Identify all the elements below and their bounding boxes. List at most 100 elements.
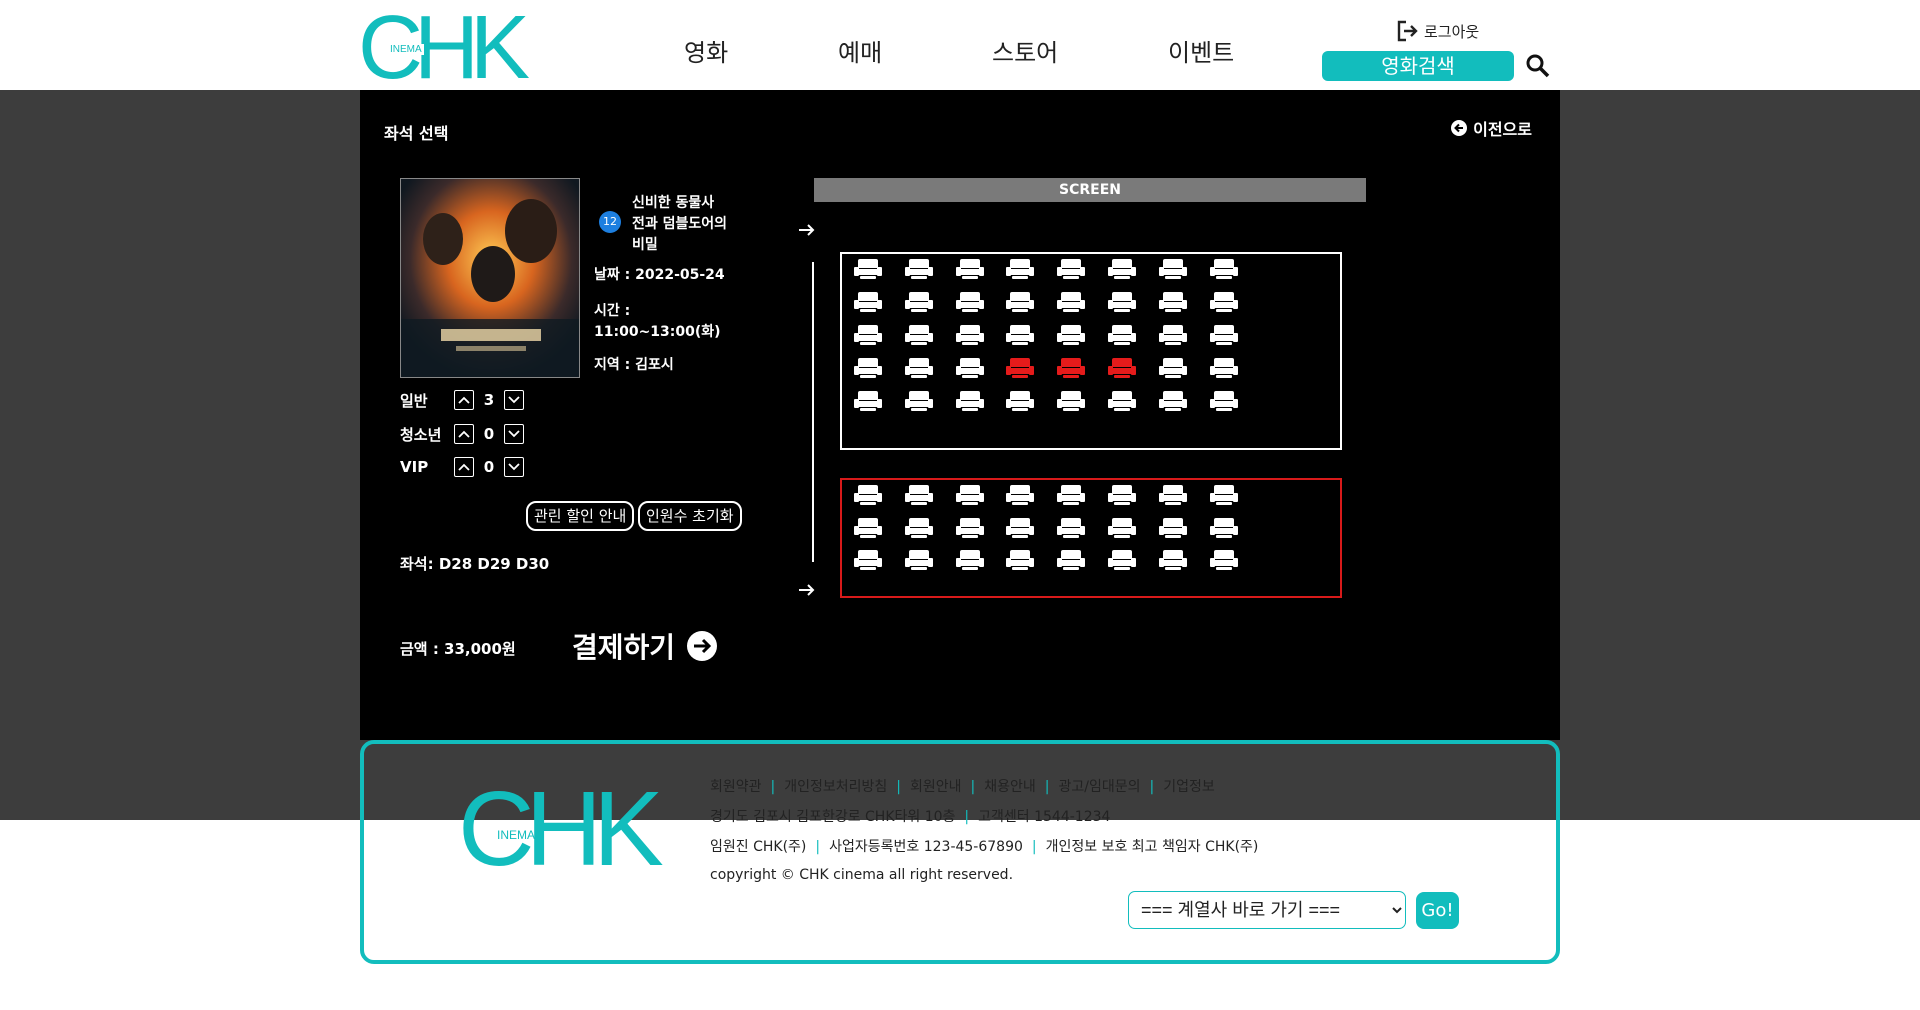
seat[interactable] xyxy=(1209,357,1239,379)
count-row-adult: 일반 3 xyxy=(400,389,524,411)
logout-link[interactable]: 로그아웃 xyxy=(1396,20,1479,42)
seat-selected[interactable] xyxy=(1005,357,1035,379)
seat[interactable] xyxy=(853,484,883,506)
seat[interactable] xyxy=(904,357,934,379)
seat[interactable] xyxy=(1209,258,1239,280)
total-price: 금액 : 33,000원 xyxy=(400,640,516,658)
reset-count-button[interactable]: 인원수 초기화 xyxy=(638,501,742,531)
seat[interactable] xyxy=(904,549,934,571)
seat[interactable] xyxy=(853,357,883,379)
movie-search-button[interactable]: 영화검색 xyxy=(1322,51,1514,81)
seat[interactable] xyxy=(1158,484,1188,506)
seat[interactable] xyxy=(1056,517,1086,539)
seat[interactable] xyxy=(955,517,985,539)
seat[interactable] xyxy=(1209,291,1239,313)
seat[interactable] xyxy=(1158,390,1188,412)
seat[interactable] xyxy=(853,517,883,539)
seat[interactable] xyxy=(955,258,985,280)
movie-title-line: 비밀 xyxy=(632,237,658,253)
seat[interactable] xyxy=(853,324,883,346)
seat[interactable] xyxy=(853,258,883,280)
count-label: 일반 xyxy=(400,391,428,410)
seat[interactable] xyxy=(904,324,934,346)
seat[interactable] xyxy=(1005,258,1035,280)
footer-link-privacy[interactable]: 개인정보처리방침 xyxy=(784,779,887,795)
seat[interactable] xyxy=(955,390,985,412)
seat[interactable] xyxy=(955,291,985,313)
nav-movies[interactable]: 영화 xyxy=(684,33,728,68)
seat[interactable] xyxy=(1209,549,1239,571)
footer-logo[interactable]: CHK INEMA xyxy=(458,774,664,884)
seat[interactable] xyxy=(904,291,934,313)
seat[interactable] xyxy=(1005,390,1035,412)
footer-link-terms[interactable]: 회원약관 xyxy=(710,779,762,795)
seat[interactable] xyxy=(1005,324,1035,346)
seat[interactable] xyxy=(853,291,883,313)
seat[interactable] xyxy=(1005,549,1035,571)
seat[interactable] xyxy=(853,549,883,571)
discount-info-button[interactable]: 관린 할인 안내 xyxy=(526,501,635,531)
seat[interactable] xyxy=(1158,291,1188,313)
footer-link-company[interactable]: 기업정보 xyxy=(1163,779,1215,795)
decrement-button[interactable] xyxy=(504,390,524,410)
go-button[interactable]: Go! xyxy=(1416,892,1459,929)
seat[interactable] xyxy=(904,390,934,412)
footer-ceo: 임원진 CHK(주) xyxy=(710,839,807,855)
seat[interactable] xyxy=(955,357,985,379)
seat[interactable] xyxy=(1158,324,1188,346)
movie-date: 날짜 : 2022-05-24 xyxy=(594,267,725,283)
seat-selected[interactable] xyxy=(1056,357,1086,379)
increment-button[interactable] xyxy=(454,424,474,444)
seat-block-rear xyxy=(840,478,1342,598)
increment-button[interactable] xyxy=(454,390,474,410)
seat[interactable] xyxy=(904,258,934,280)
back-link[interactable]: 이전으로 xyxy=(1451,116,1532,140)
seat[interactable] xyxy=(1107,258,1137,280)
nav-events[interactable]: 이벤트 xyxy=(1168,33,1234,68)
seat[interactable] xyxy=(1158,258,1188,280)
seat[interactable] xyxy=(1158,517,1188,539)
seat[interactable] xyxy=(1158,357,1188,379)
count-label: VIP xyxy=(400,458,429,476)
seat[interactable] xyxy=(1056,390,1086,412)
seat[interactable] xyxy=(904,517,934,539)
seat[interactable] xyxy=(904,484,934,506)
seat[interactable] xyxy=(955,549,985,571)
footer-link-member[interactable]: 회원안내 xyxy=(910,779,962,795)
seat[interactable] xyxy=(1107,484,1137,506)
seat[interactable] xyxy=(1107,390,1137,412)
seat[interactable] xyxy=(1056,258,1086,280)
family-site-select[interactable]: === 계열사 바로 가기 === xyxy=(1128,891,1406,929)
seat-selected[interactable] xyxy=(1107,357,1137,379)
seat[interactable] xyxy=(955,324,985,346)
pay-button[interactable]: 결제하기 xyxy=(572,626,718,666)
seat[interactable] xyxy=(1005,517,1035,539)
seat[interactable] xyxy=(853,390,883,412)
seat[interactable] xyxy=(1209,324,1239,346)
seat[interactable] xyxy=(955,484,985,506)
seat[interactable] xyxy=(1209,390,1239,412)
seat[interactable] xyxy=(1005,291,1035,313)
seat[interactable] xyxy=(1056,324,1086,346)
modal-title: 좌석 선택 xyxy=(384,124,449,143)
seat[interactable] xyxy=(1056,484,1086,506)
seat[interactable] xyxy=(1209,484,1239,506)
decrement-button[interactable] xyxy=(504,424,524,444)
footer-link-ads[interactable]: 광고/임대문의 xyxy=(1059,779,1141,795)
seat[interactable] xyxy=(1056,549,1086,571)
increment-button[interactable] xyxy=(454,457,474,477)
search-icon[interactable] xyxy=(1525,53,1551,79)
seat[interactable] xyxy=(1209,517,1239,539)
seat[interactable] xyxy=(1158,549,1188,571)
seat[interactable] xyxy=(1107,517,1137,539)
seat[interactable] xyxy=(1107,291,1137,313)
nav-store[interactable]: 스토어 xyxy=(992,33,1058,68)
seat[interactable] xyxy=(1056,291,1086,313)
seat[interactable] xyxy=(1107,549,1137,571)
decrement-button[interactable] xyxy=(504,457,524,477)
footer-link-recruit[interactable]: 채용안내 xyxy=(984,779,1036,795)
seat[interactable] xyxy=(1107,324,1137,346)
seat[interactable] xyxy=(1005,484,1035,506)
nav-booking[interactable]: 예매 xyxy=(838,33,882,68)
site-logo[interactable]: CHK INEMA xyxy=(358,0,530,98)
